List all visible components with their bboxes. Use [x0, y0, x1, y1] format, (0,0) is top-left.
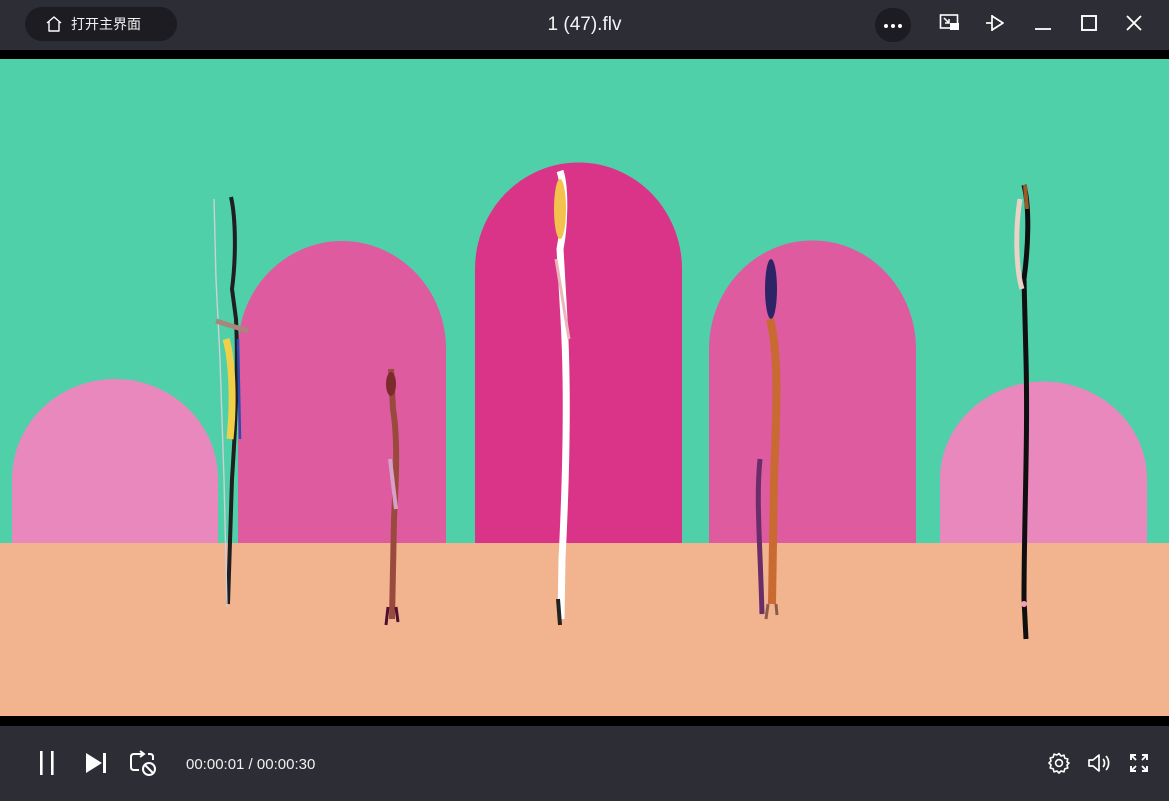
pause-button[interactable] [32, 750, 62, 780]
minimize-button[interactable] [1025, 8, 1061, 42]
more-dots-icon [883, 16, 903, 34]
time-separator: / [244, 756, 257, 773]
playback-controls: 00:00:01 / 00:00:30 [0, 726, 1169, 801]
maximize-icon [1080, 14, 1098, 37]
more-options-button[interactable] [875, 8, 911, 42]
pause-icon [36, 750, 58, 781]
settings-button[interactable] [1044, 750, 1074, 780]
floor [0, 543, 1169, 716]
home-icon [45, 15, 63, 33]
picture-in-picture-icon [939, 13, 961, 38]
current-time: 00:00:01 [186, 756, 245, 773]
title-bar: 打开主界面 1 (47).flv [0, 0, 1169, 50]
fullscreen-icon [1129, 753, 1149, 778]
open-main-interface-label: 打开主界面 [71, 16, 141, 32]
arch-right-center [709, 240, 916, 544]
volume-button[interactable] [1084, 750, 1114, 780]
next-button[interactable] [81, 750, 111, 780]
fullscreen-button[interactable] [1124, 750, 1154, 780]
minimize-icon [1034, 14, 1052, 37]
time-display: 00:00:01 / 00:00:30 [186, 756, 315, 773]
close-button[interactable] [1116, 8, 1152, 42]
video-scene [0, 59, 1169, 716]
pin-on-top-button[interactable] [978, 8, 1014, 42]
loop-timer-button[interactable] [129, 749, 159, 782]
pin-icon [984, 12, 1008, 39]
arch-center [475, 162, 682, 543]
picture-in-picture-button[interactable] [932, 8, 968, 42]
next-track-icon [83, 751, 109, 780]
open-main-interface-button[interactable]: 打开主界面 [25, 7, 177, 41]
maximize-button[interactable] [1071, 8, 1107, 42]
video-frame[interactable] [0, 59, 1169, 716]
settings-gear-icon [1048, 752, 1070, 779]
loop-timer-icon [129, 749, 159, 782]
arch-left-center [238, 241, 446, 543]
volume-icon [1087, 752, 1111, 779]
total-duration: 00:00:30 [256, 756, 316, 773]
close-icon [1125, 14, 1143, 37]
